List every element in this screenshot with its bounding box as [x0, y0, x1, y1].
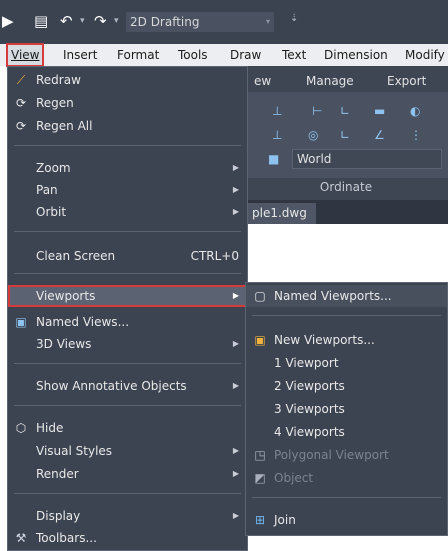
submenu-item-3-viewports[interactable]: 3 Viewports [246, 398, 447, 420]
submenu-arrow-icon: ▶ [232, 207, 239, 216]
menubar: View Insert Format Tools Draw Text Dimen… [0, 43, 448, 67]
ucs-manager-icon[interactable]: ■ [268, 152, 279, 166]
submenu-item-join[interactable]: ⊞ Join [246, 509, 447, 531]
regen-all-icon: ⟳ [15, 119, 27, 133]
menu-separator [14, 405, 241, 406]
ucs-world-select[interactable]: World [292, 149, 442, 169]
menu-item-redraw[interactable]: ⟋ Redraw [8, 69, 247, 91]
workspace-label: 2D Drafting [130, 15, 200, 29]
redraw-icon: ⟋ [16, 73, 26, 87]
quick-access-toolbar: ▶ ▤ ↶ ▾ ↷ ▾ 2D Drafting ▾ ⇣ [0, 0, 448, 44]
menu-item-visual-styles[interactable]: Visual Styles ▶ [8, 440, 247, 462]
named-views-icon: ▣ [15, 315, 27, 329]
polygonal-viewport-icon: ◳ [254, 448, 266, 462]
menu-separator [14, 493, 241, 494]
submenu-item-object: ◩ Object [246, 467, 447, 489]
app-icon[interactable]: ▶ [2, 13, 14, 29]
ucs-object-icon[interactable]: ∠ [374, 128, 385, 142]
ucs-z-icon[interactable]: ◐ [410, 104, 420, 118]
submenu-item-1-viewport[interactable]: 1 Viewport [246, 352, 447, 374]
menu-view[interactable]: View [5, 43, 45, 67]
menu-item-named-views[interactable]: ▣ Named Views... [8, 311, 247, 333]
menu-separator [14, 363, 241, 364]
menu-item-regen[interactable]: ⟳ Regen [8, 92, 247, 114]
menu-item-display[interactable]: Display ▶ [8, 505, 247, 527]
menu-item-3d-views[interactable]: 3D Views ▶ [8, 333, 247, 355]
ucs-x-icon[interactable]: ∟ [340, 104, 350, 118]
tab-export[interactable]: Export [387, 70, 426, 92]
submenu-item-new-viewports[interactable]: ▣ New Viewports... [246, 329, 447, 351]
submenu-arrow-icon: ▶ [232, 446, 239, 455]
menu-separator [14, 273, 241, 274]
submenu-arrow-icon: ▶ [232, 291, 239, 300]
ucs-3point-icon[interactable]: ⊥ [272, 128, 282, 142]
view-menu: ⟋ Redraw ⟳ Regen ⟳ Regen All Zoom ▶ Pan … [7, 66, 248, 551]
menu-tools[interactable]: Tools [178, 44, 208, 66]
ucs-origin-icon[interactable]: ⊢ [312, 104, 322, 118]
menu-item-regen-all[interactable]: ⟳ Regen All [8, 115, 247, 137]
menu-separator [14, 231, 241, 232]
ucs-icon[interactable]: ⊥ [272, 104, 282, 118]
menu-text[interactable]: Text [282, 44, 306, 66]
submenu-arrow-icon: ▶ [232, 339, 239, 348]
ucs-view-icon[interactable]: ⋮ [410, 128, 422, 142]
chevron-down-icon: ▾ [265, 17, 270, 26]
submenu-arrow-icon: ▶ [232, 381, 239, 390]
submenu-item-4-viewports[interactable]: 4 Viewports [246, 421, 447, 443]
shortcut-label: CTRL+0 [190, 249, 239, 263]
menu-item-orbit[interactable]: Orbit ▶ [8, 201, 247, 223]
menu-modify[interactable]: Modify [405, 44, 445, 66]
toolbars-icon: ⚒ [15, 531, 27, 545]
object-icon: ◩ [254, 471, 266, 485]
menu-item-show-annotative-objects[interactable]: Show Annotative Objects ▶ [8, 375, 247, 397]
submenu-item-named-viewports[interactable]: ▢ Named Viewports... [246, 285, 447, 307]
submenu-arrow-icon: ▶ [232, 185, 239, 194]
menu-item-hide[interactable]: ⬡ Hide [8, 417, 247, 439]
redo-icon[interactable]: ↷ [94, 13, 107, 29]
menu-separator [252, 497, 441, 498]
tab-view[interactable]: ew [254, 70, 271, 92]
print-icon[interactable]: ▤ [34, 13, 48, 29]
menu-dimension[interactable]: Dimension [324, 44, 388, 66]
customize-toolbar-icon[interactable]: ⇣ [290, 13, 298, 24]
ucs-face-icon[interactable]: ∟ [340, 128, 350, 142]
undo-dropdown-icon[interactable]: ▾ [80, 13, 85, 29]
workspace-select[interactable]: 2D Drafting ▾ [126, 12, 274, 32]
join-icon: ⊞ [254, 513, 266, 527]
submenu-arrow-icon: ▶ [232, 511, 239, 520]
menu-item-clean-screen[interactable]: Clean Screen CTRL+0 [8, 245, 247, 267]
menu-separator [252, 315, 441, 316]
named-viewports-icon: ▢ [254, 289, 266, 303]
menu-item-render[interactable]: Render ▶ [8, 463, 247, 485]
viewports-submenu: ▢ Named Viewports... ▣ New Viewports... … [245, 282, 448, 536]
menu-draw[interactable]: Draw [230, 44, 261, 66]
menu-separator [14, 145, 241, 146]
menu-item-pan[interactable]: Pan ▶ [8, 179, 247, 201]
submenu-item-polygonal-viewport: ◳ Polygonal Viewport [246, 444, 447, 466]
ucs-world-label: World [297, 152, 332, 166]
new-viewports-icon: ▣ [254, 333, 266, 347]
menu-item-zoom[interactable]: Zoom ▶ [8, 157, 247, 179]
submenu-arrow-icon: ▶ [232, 469, 239, 478]
menu-item-toolbars[interactable]: ⚒ Toolbars... [8, 527, 247, 549]
ucs-search-icon[interactable]: ◎ [308, 128, 318, 142]
menu-item-viewports[interactable]: Viewports ▶ [8, 285, 247, 307]
undo-icon[interactable]: ↶ [60, 13, 73, 29]
tab-manage[interactable]: Manage [306, 70, 354, 92]
redo-dropdown-icon[interactable]: ▾ [114, 13, 119, 29]
regen-icon: ⟳ [15, 96, 27, 110]
ucs-y-icon[interactable]: ▬ [374, 104, 385, 118]
menu-insert[interactable]: Insert [63, 44, 97, 66]
submenu-item-2-viewports[interactable]: 2 Viewports [246, 375, 447, 397]
panel-title: Ordinate [244, 178, 448, 196]
document-tab[interactable]: ple1.dwg [244, 203, 316, 224]
menu-format[interactable]: Format [117, 44, 159, 66]
submenu-arrow-icon: ▶ [232, 163, 239, 172]
hide-icon: ⬡ [15, 421, 27, 435]
